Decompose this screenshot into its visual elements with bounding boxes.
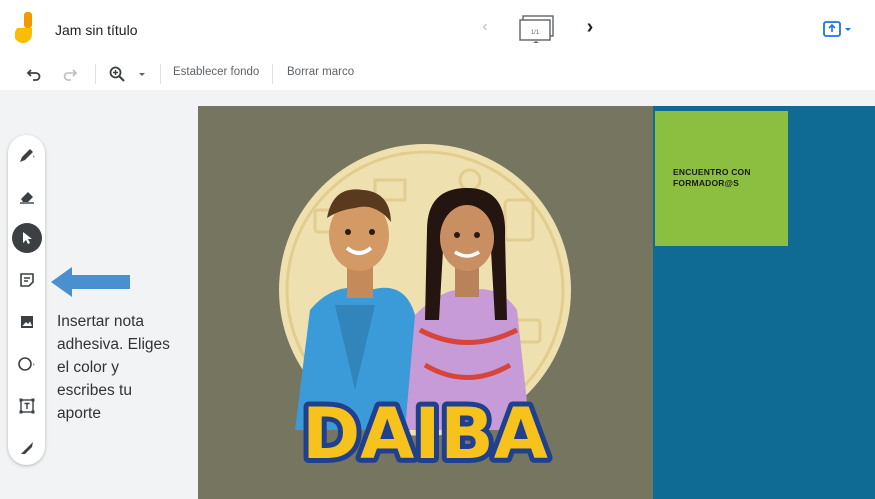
daiba-illustration[interactable]: DAIBA DAIBA [255,140,595,470]
daiba-logo: DAIBA DAIBA [297,388,553,470]
redo-icon[interactable] [62,64,78,84]
select-tool[interactable] [8,223,45,253]
pen-icon [19,149,35,162]
annotation-line: aporte [57,405,101,422]
annotation-line: escribes tu [57,382,132,399]
toolbar-divider [160,64,161,84]
chevron-right-icon[interactable]: › [583,16,597,39]
annotation-line: Insertar nota [57,313,145,330]
chevron-left-icon[interactable]: ‹ [478,18,492,36]
chevron-down-icon[interactable] [138,64,146,84]
set-background-button[interactable]: Establecer fondo [173,66,259,78]
laser-tool[interactable] [8,433,45,463]
toolbar-divider [95,64,96,84]
undo-icon[interactable] [26,64,42,84]
eraser-icon [19,192,34,204]
circle-icon [17,357,35,371]
share-upload-icon[interactable] [818,16,858,44]
sticky-note-icon [19,273,34,287]
pen-tool[interactable] [8,140,45,170]
toolbar: Establecer fondo Borrar marco [0,58,875,90]
eraser-tool[interactable] [8,181,45,211]
text-box-icon [19,398,34,414]
cursor-icon [22,232,32,244]
logo-text: DAIBA [302,393,548,470]
frame-counter: 1/1 [531,30,540,36]
sticky-note-tool[interactable] [8,265,45,295]
image-icon [20,316,33,328]
shape-tool[interactable] [8,349,45,379]
sticky-note-line: FORMADOR@S [673,178,740,188]
text-box-tool[interactable] [8,391,45,421]
annotation-text: Insertar nota adhesiva. Eliges el color … [57,310,192,425]
laser-icon [20,442,33,454]
tool-palette [8,135,45,465]
frame-bar-icon[interactable]: 1/1 [517,14,557,46]
annotation-line: el color y [57,359,120,376]
top-bar: Jam sin título ‹ 1/1 › [0,0,875,58]
zoom-icon[interactable] [108,64,126,84]
sticky-note[interactable]: ENCUENTRO CON FORMADOR@S [655,111,788,246]
pointer-arrow [51,267,130,297]
jamboard-logo-icon[interactable] [15,12,37,46]
sticky-note-line: ENCUENTRO CON [673,167,751,177]
clear-frame-button[interactable]: Borrar marco [287,66,354,78]
image-tool[interactable] [8,307,45,337]
sticky-note-text: ENCUENTRO CON FORMADOR@S [673,167,751,189]
annotation-line: adhesiva. Eliges [57,336,170,353]
toolbar-divider [272,64,273,84]
select-tool-active [11,223,42,253]
document-title[interactable]: Jam sin título [55,22,137,38]
